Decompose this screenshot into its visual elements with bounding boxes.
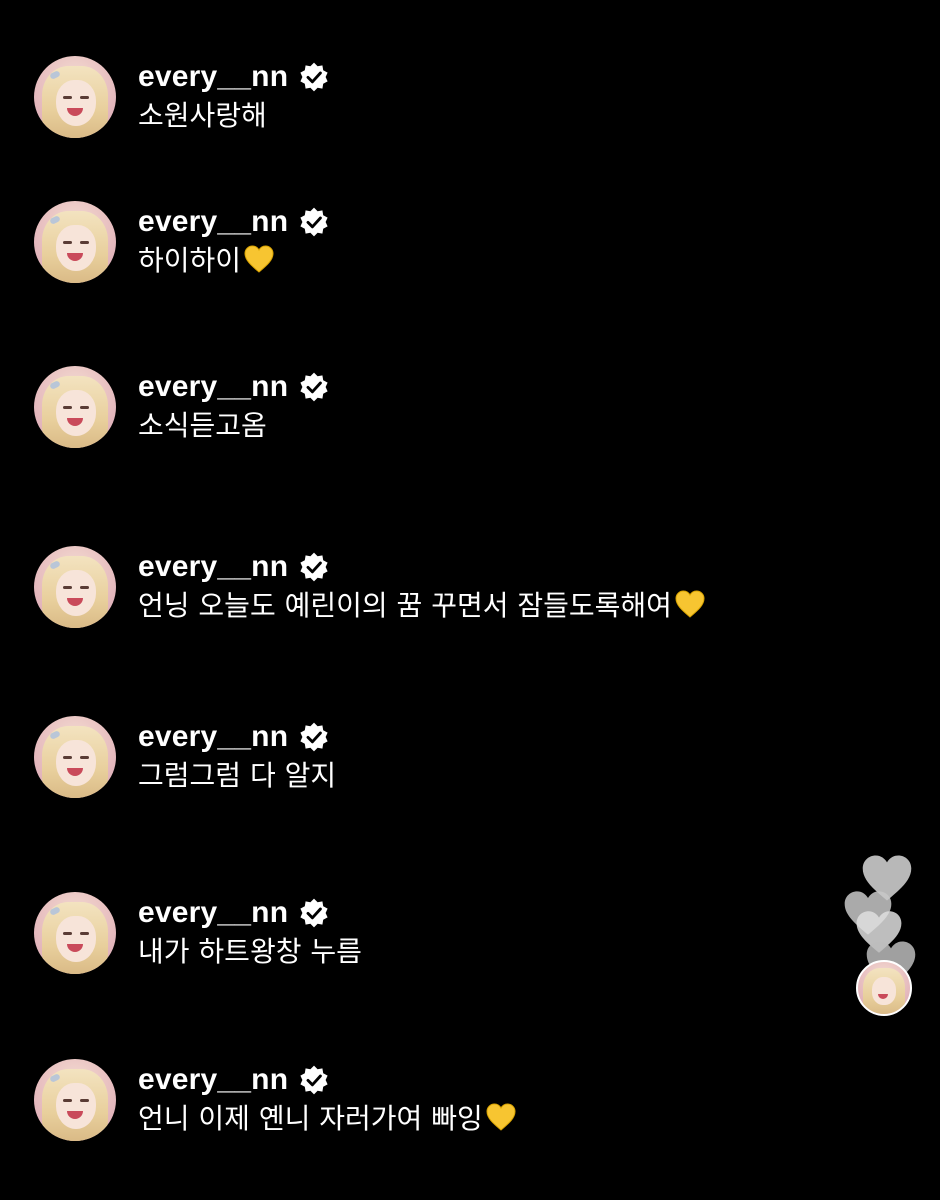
verified-badge-icon (300, 898, 328, 928)
verified-badge-icon (300, 722, 328, 752)
comment-item: every__nn 내가 하트왕창 누름 (34, 892, 362, 974)
comment-item: every__nn 하이하이 (34, 201, 330, 283)
username[interactable]: every__nn (138, 370, 288, 404)
verified-badge-icon (300, 62, 328, 92)
username[interactable]: every__nn (138, 60, 288, 94)
avatar[interactable] (34, 366, 116, 448)
live-host-avatar (856, 960, 912, 1016)
avatar[interactable] (34, 56, 116, 138)
comment-text: 그럼그럼 다 알지 (138, 759, 337, 792)
verified-badge-icon (300, 1065, 328, 1095)
comment-text: 소식듣고옴 (138, 409, 267, 442)
comment-text: 내가 하트왕창 누름 (138, 935, 362, 968)
comment-text: 언닝 오늘도 예린이의 꿈 꾸면서 잠들도록해여 (138, 586, 706, 626)
avatar[interactable] (34, 716, 116, 798)
verified-badge-icon (300, 552, 328, 582)
comment-text: 언니 이제 옌니 자러가여 빠잉 (138, 1099, 517, 1139)
comment-item: every__nn 소원사랑해 (34, 56, 330, 138)
username[interactable]: every__nn (138, 896, 288, 930)
comment-item: every__nn 언니 이제 옌니 자러가여 빠잉 (34, 1059, 517, 1141)
comment-text: 하이하이 (138, 241, 330, 281)
avatar[interactable] (34, 546, 116, 628)
avatar[interactable] (34, 892, 116, 974)
avatar[interactable] (34, 1059, 116, 1141)
avatar[interactable] (34, 201, 116, 283)
verified-badge-icon (300, 372, 328, 402)
username[interactable]: every__nn (138, 205, 288, 239)
comment-item: every__nn 언닝 오늘도 예린이의 꿈 꾸면서 잠들도록해여 (34, 546, 706, 628)
comment-item: every__nn 소식듣고옴 (34, 366, 330, 448)
verified-badge-icon (300, 207, 328, 237)
username[interactable]: every__nn (138, 1063, 288, 1097)
yellow-heart-icon (675, 590, 705, 618)
yellow-heart-icon (244, 245, 274, 273)
comment-item: every__nn 그럼그럼 다 알지 (34, 716, 336, 798)
username[interactable]: every__nn (138, 720, 288, 754)
yellow-heart-icon (486, 1103, 516, 1131)
username[interactable]: every__nn (138, 550, 288, 584)
comment-text: 소원사랑해 (138, 99, 267, 132)
